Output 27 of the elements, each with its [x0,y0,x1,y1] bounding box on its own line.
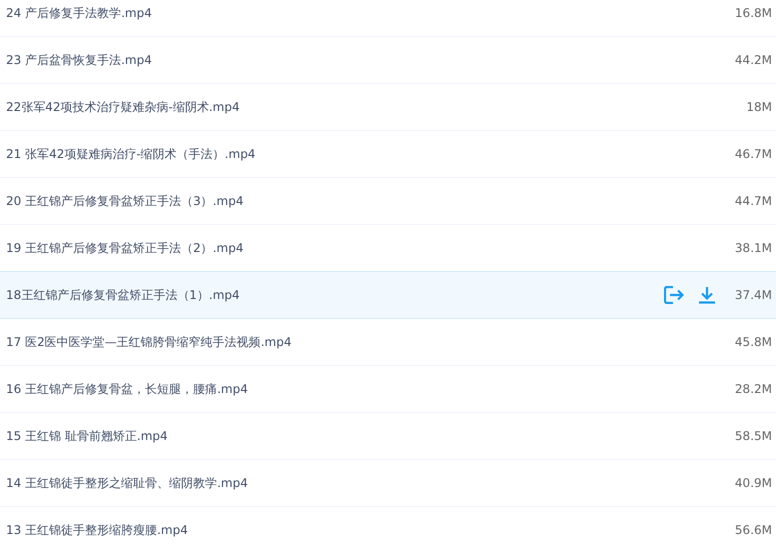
file-size: 38.1M [734,241,772,255]
file-name: 20 王红锦产后修复骨盆矫正手法（3）.mp4 [6,192,244,210]
file-name: 15 王红锦 耻骨前翘矫正.mp4 [6,428,169,444]
file-size: 16.8M [734,6,772,20]
file-name: 16 王红锦产后修复骨盆，长短腿，腰痛.mp4 [6,380,249,398]
file-size: 44.2M [734,53,772,67]
file-size: 44.7M [734,194,772,208]
file-size: 40.9M [734,476,772,490]
file-name: 19 王红锦产后修复骨盆矫正手法（2）.mp4 [6,240,244,256]
file-size: 18M [745,100,772,114]
share-icon[interactable] [664,286,684,304]
file-size: 28.2M [734,382,772,396]
file-name: 23 产后盆骨恢复手法.mp4 [6,52,153,68]
file-size: 46.7M [734,147,772,161]
file-name: 13 王红锦徒手整形缩胯瘦腰.mp4 [6,522,189,538]
file-size: 45.8M [734,335,772,349]
file-size: 37.4M [734,288,772,302]
file-name: 17 医2医中医学堂—王红锦胯骨缩窄纯手法视频.mp4 [6,334,292,350]
file-row[interactable]: 18王红锦产后修复骨盆矫正手法（1）.mp4 37.4M [0,271,776,319]
download-icon[interactable] [698,286,716,304]
file-size: 56.6M [734,523,772,537]
file-name: 21 张军42项疑难病治疗-缩阴术（手法）.mp4 [6,146,256,162]
file-name: 24 产后修复手法教学.mp4 [6,4,153,22]
file-name: 18王红锦产后修复骨盆矫正手法（1）.mp4 [6,286,241,304]
file-name: 22张军42项技术治疗疑难杂病-缩阴术.mp4 [6,98,241,116]
file-size: 58.5M [734,429,772,443]
file-name: 14 王红锦徒手整形之缩耻骨、缩阴教学.mp4 [6,474,249,492]
